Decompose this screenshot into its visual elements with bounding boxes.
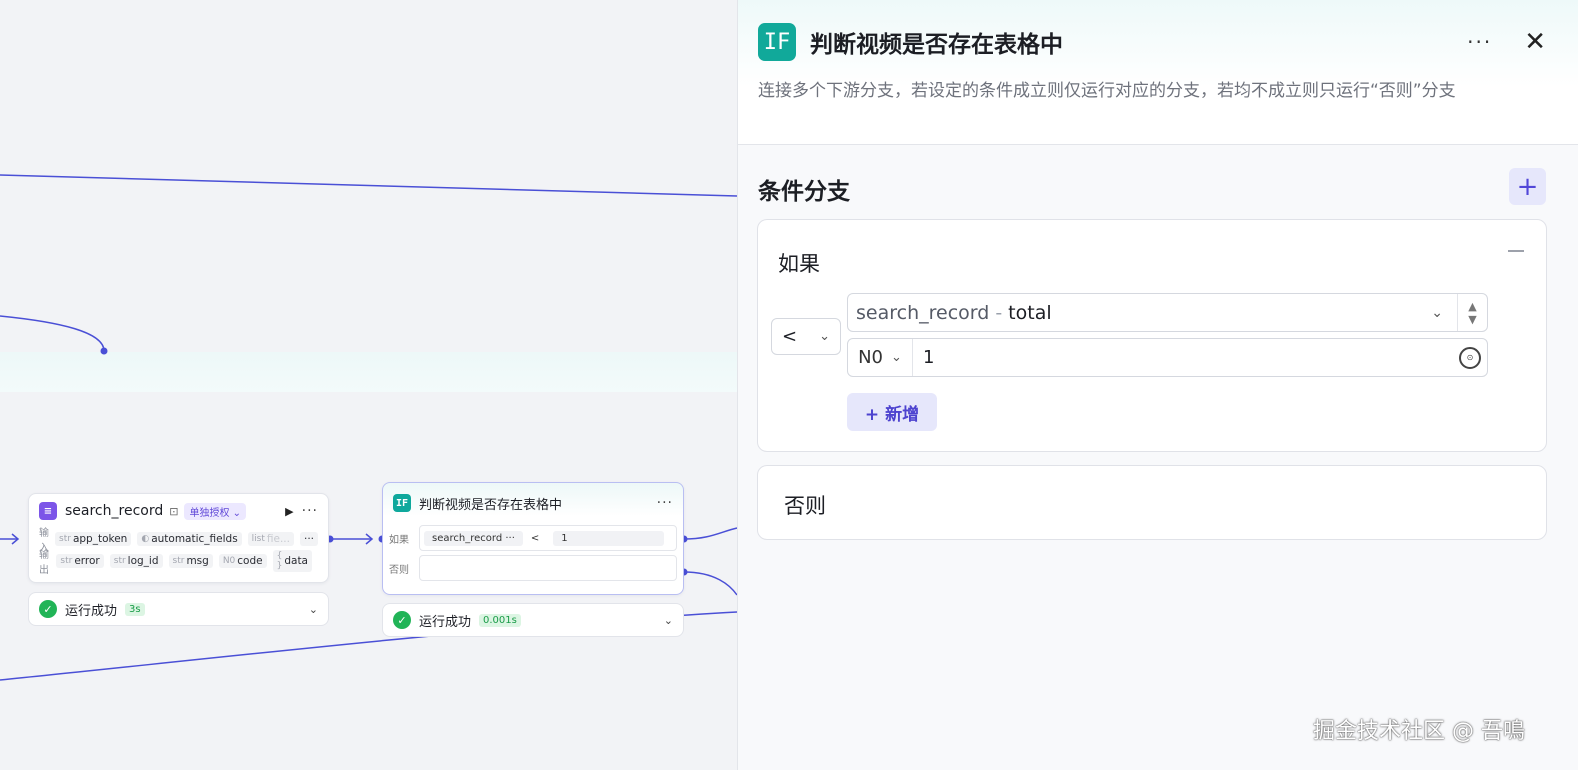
left-variable-separator: - xyxy=(995,301,1003,324)
chevron-down-icon[interactable]: ⌄ xyxy=(664,614,673,627)
auth-badge[interactable]: 单独授权 ⌄ xyxy=(184,502,247,520)
else-branch-label: 否则 xyxy=(784,494,826,518)
run-duration: 3s xyxy=(125,602,145,616)
node-output-row: 输出 str error str log_id str msg N0 code { } d… xyxy=(29,550,328,576)
if-icon: IF xyxy=(393,494,411,512)
collapse-icon[interactable] xyxy=(1508,250,1524,252)
node-input-row: 输入 str app_token ◐ automatic_fields list fi… xyxy=(29,528,328,554)
chevron-down-icon: ⌄ xyxy=(1431,304,1443,321)
if-branch-label: 如果 xyxy=(778,252,820,276)
panel-description: 连接多个下游分支，若设定的条件成立则仅运行对应的分支，若均不成立则只运行“否则”… xyxy=(758,81,1456,101)
run-duration: 0.001s xyxy=(479,613,521,627)
success-check-icon: ✓ xyxy=(393,611,411,629)
success-check-icon: ✓ xyxy=(39,600,57,618)
value-type-select[interactable]: N0 ⌄ xyxy=(848,339,913,376)
store-icon: ⊡ xyxy=(169,504,179,518)
if-label: 如果 xyxy=(389,534,409,546)
node-config-panel: IF 判断视频是否存在表格中 ··· ✕ 连接多个下游分支，若设定的条件成立则仅… xyxy=(737,0,1578,770)
input-chip: ◐ automatic_fields xyxy=(137,532,242,546)
section-title: 条件分支 xyxy=(758,179,850,205)
else-label: 否则 xyxy=(389,564,409,576)
panel-title[interactable]: 判断视频是否存在表格中 xyxy=(810,25,1063,59)
right-value[interactable]: 1 xyxy=(913,347,934,368)
add-branch-button[interactable]: + xyxy=(1509,168,1546,205)
watermark: 掘金技术社区 @ 吾鳴 xyxy=(1313,719,1525,744)
value-type: N0 xyxy=(858,347,883,368)
input-chip: str app_token xyxy=(55,532,132,546)
edge-if-true xyxy=(683,527,738,540)
search-record-run-status[interactable]: ✓ 运行成功 3s ⌄ xyxy=(28,592,329,626)
output-chip: N0 code xyxy=(218,554,267,568)
else-branch-card: 否则 xyxy=(757,465,1547,540)
operator-value: < xyxy=(782,326,798,347)
node-more-icon[interactable]: ··· xyxy=(302,503,318,519)
output-chip: str msg xyxy=(168,554,213,568)
edge-end-dot xyxy=(100,347,108,355)
more-options-icon[interactable]: ··· xyxy=(1467,30,1492,54)
edge-curve xyxy=(0,315,105,352)
if-node-else-box xyxy=(419,555,677,581)
toggle-icon: ◐ xyxy=(141,534,150,544)
output-label: 输出 xyxy=(39,550,49,576)
edge-if-false xyxy=(683,571,738,596)
right-value-input[interactable]: N0 ⌄ 1 ⊙ xyxy=(847,338,1488,377)
chevron-down-icon[interactable]: ⌄ xyxy=(309,603,318,616)
edge-layer xyxy=(0,174,738,681)
variable-reference-icon[interactable]: ⊙ xyxy=(1459,346,1481,369)
left-variable-select[interactable]: search_record - total ⌄ ▲ ▼ xyxy=(847,293,1488,332)
input-more-icon[interactable]: ··· xyxy=(299,532,318,546)
output-chip: str error xyxy=(56,554,104,568)
input-chip: list fie... xyxy=(247,532,294,546)
edge-top xyxy=(0,174,738,197)
if-node-condition[interactable]: search_record ··· < 1 xyxy=(419,525,677,551)
cond-value: 1 xyxy=(553,530,664,546)
table-icon: ≡ xyxy=(39,502,57,520)
panel-header: IF 判断视频是否存在表格中 ··· ✕ 连接多个下游分支，若设定的条件成立则仅… xyxy=(738,0,1578,145)
run-status-text: 运行成功 xyxy=(419,614,472,630)
run-node-icon[interactable]: ▶ xyxy=(285,505,293,518)
cond-operator: < xyxy=(530,532,540,544)
operator-select[interactable]: < ⌄ xyxy=(771,318,841,355)
search-record-node-header: ≡ search_record ⊡ 单独授权 ⌄ ▶ ··· xyxy=(29,494,328,528)
cond-left: search_record ··· xyxy=(424,530,523,546)
node-more-icon[interactable]: ··· xyxy=(657,495,673,511)
output-chip: str log_id xyxy=(109,554,163,568)
run-status-text: 运行成功 xyxy=(65,603,118,619)
if-node-run-status[interactable]: ✓ 运行成功 0.001s ⌄ xyxy=(382,603,684,637)
if-node[interactable]: IF 判断视频是否存在表格中 ··· 如果 search_record ··· … xyxy=(382,482,684,595)
if-node-else-row: 否则 xyxy=(383,553,683,583)
if-node-title: 判断视频是否存在表格中 xyxy=(419,497,563,513)
left-variable-property: total xyxy=(1008,301,1052,324)
search-record-node[interactable]: ≡ search_record ⊡ 单独授权 ⌄ ▶ ··· 输入 str app… xyxy=(28,493,329,583)
chevron-down-icon: ⌄ xyxy=(891,350,902,365)
if-node-if-row: 如果 search_record ··· < 1 xyxy=(383,523,683,553)
if-node-header: IF 判断视频是否存在表格中 ··· xyxy=(383,483,683,523)
close-icon[interactable]: ✕ xyxy=(1524,27,1546,57)
left-variable-name: search_record xyxy=(856,301,990,324)
output-chip: { } data xyxy=(272,550,312,572)
if-icon: IF xyxy=(758,23,796,61)
add-condition-button[interactable]: + 新增 xyxy=(847,393,937,431)
chevron-down-icon: ⌄ xyxy=(819,329,830,344)
stepper-icon[interactable]: ▲ ▼ xyxy=(1457,294,1487,331)
search-record-node-title: search_record xyxy=(65,503,164,519)
if-branch-card: 如果 < ⌄ search_record - total ⌄ ▲ ▼ N0 ⌄ 1… xyxy=(757,219,1547,452)
